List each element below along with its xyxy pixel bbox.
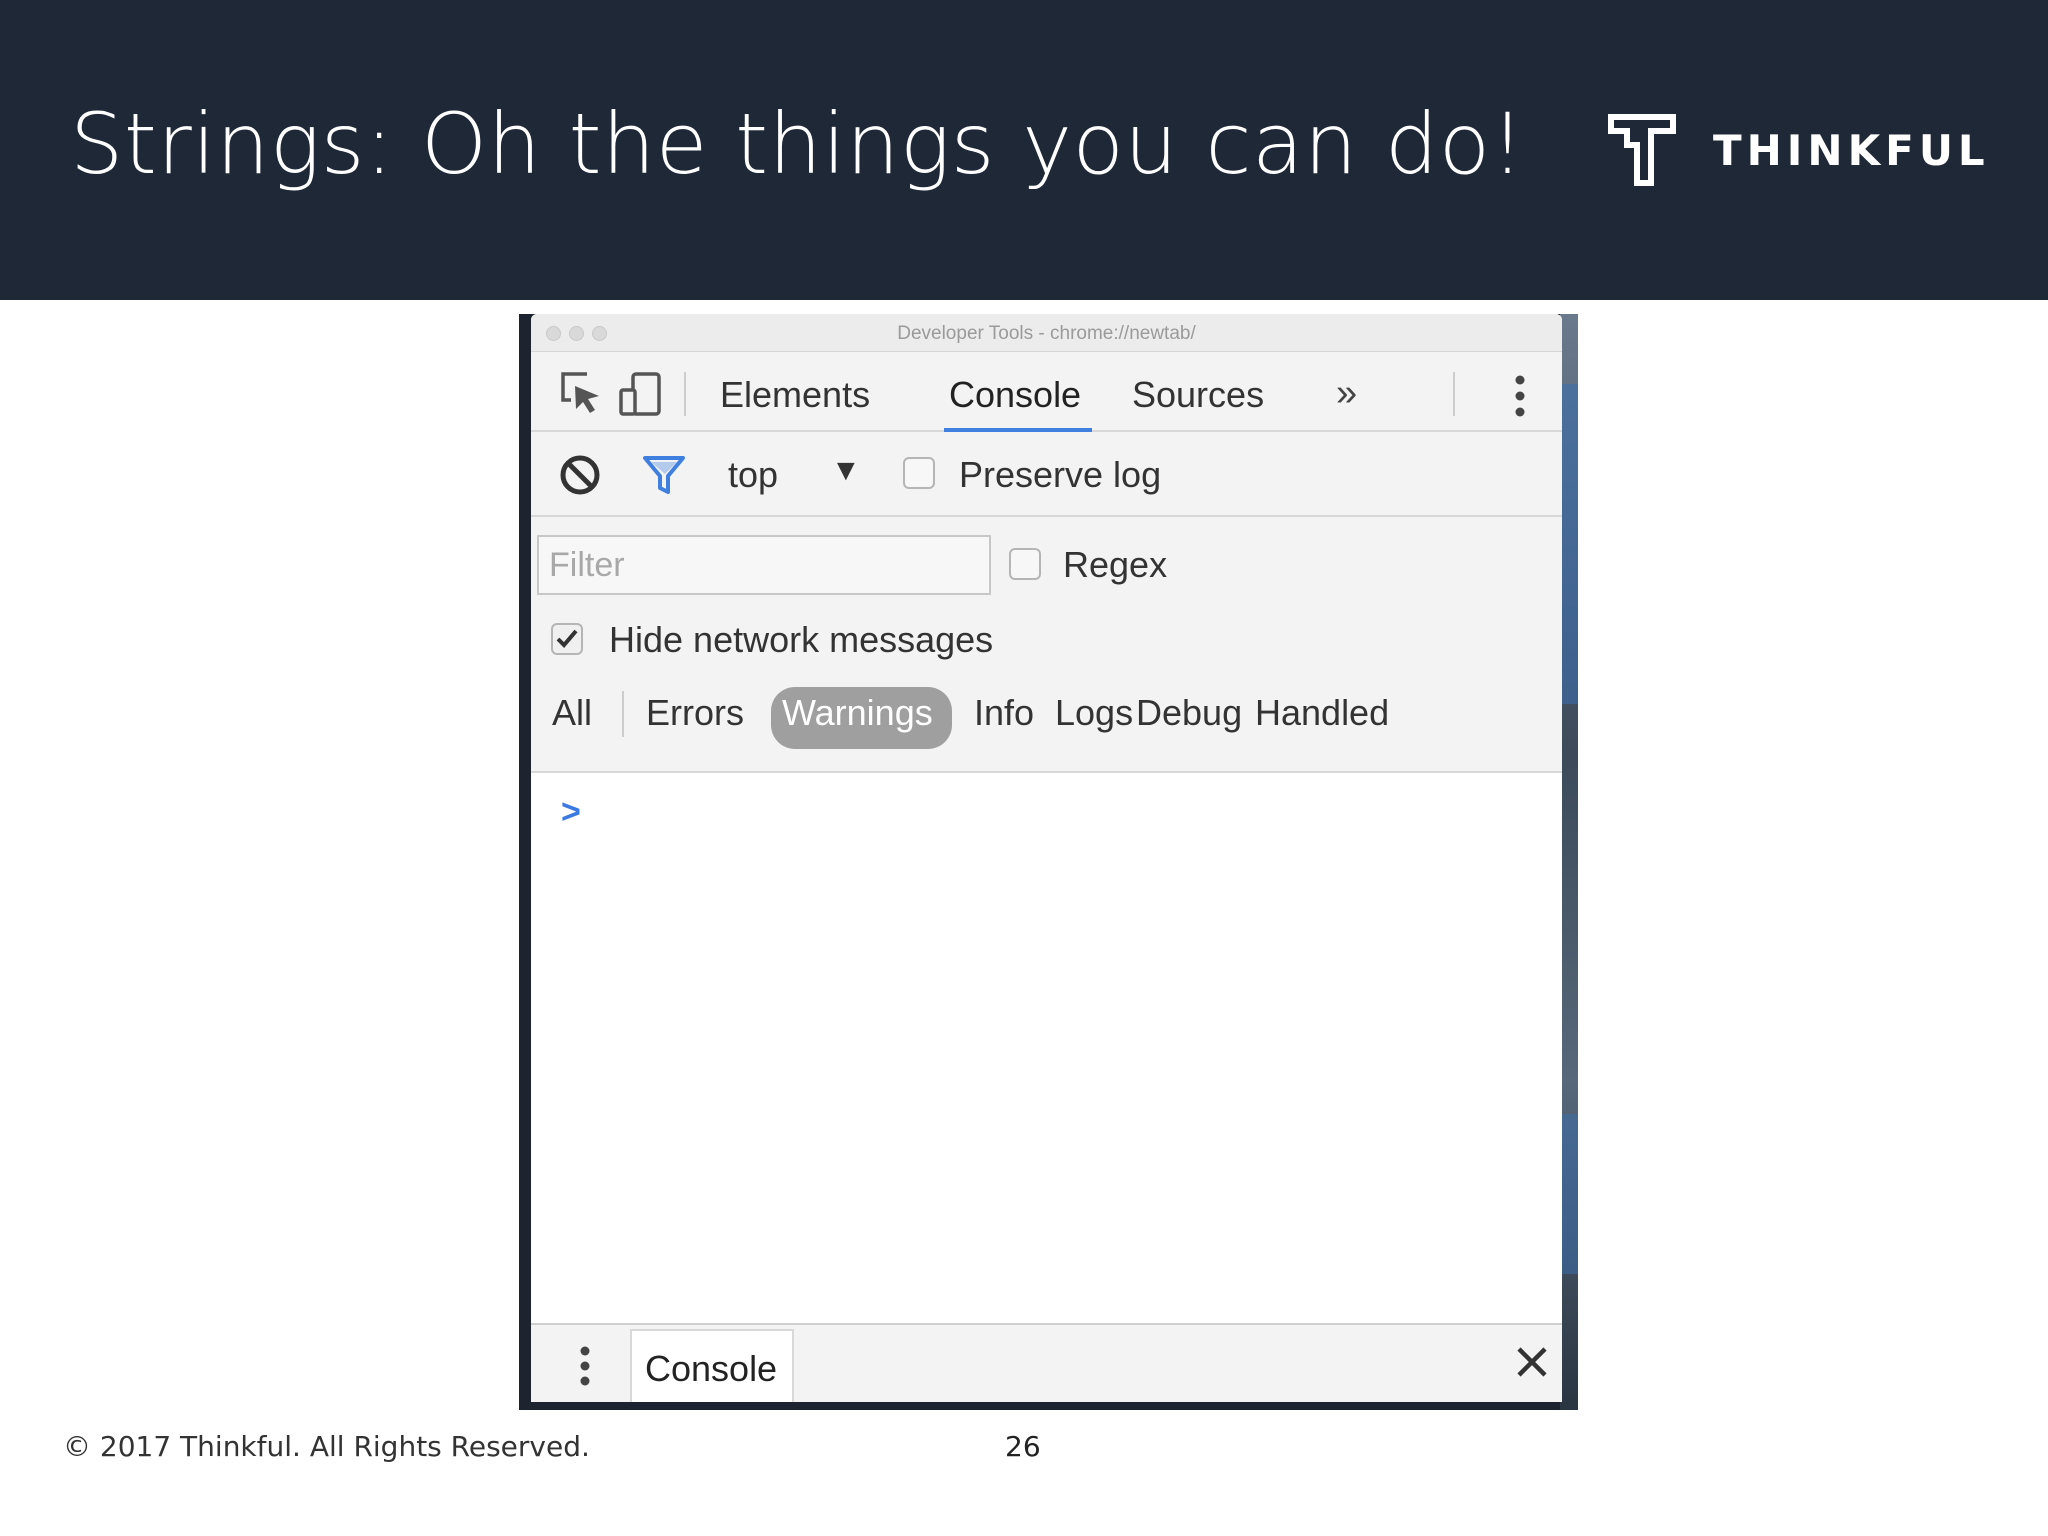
level-all[interactable]: All: [552, 692, 592, 734]
filter-funnel-icon[interactable]: [641, 452, 687, 498]
background-edge: [1560, 384, 1578, 704]
checkmark-icon: [556, 629, 578, 648]
toolbar-separator: [684, 372, 686, 416]
console-filter-area: Regex Hide network messages All Errors W…: [531, 517, 1562, 773]
regex-label: Regex: [1063, 544, 1168, 585]
background-edge: [1560, 1114, 1578, 1274]
device-toolbar-icon[interactable]: [617, 370, 665, 418]
inspect-element-icon[interactable]: [557, 370, 605, 418]
context-dropdown-arrow-icon[interactable]: ▼: [831, 454, 861, 488]
level-debug[interactable]: Debug: [1136, 692, 1242, 734]
level-separator: [622, 691, 624, 737]
console-toolbar: top ▼ Preserve log: [531, 432, 1562, 517]
drawer-menu-icon[interactable]: [579, 1345, 591, 1387]
slide-header: Strings: Oh the things you can do! THINK…: [0, 0, 2048, 300]
devtools-window: Developer Tools - chrome://newtab/ Eleme…: [531, 314, 1562, 1402]
devtools-toolbar: Elements Console Sources »: [531, 352, 1562, 432]
kebab-menu-icon[interactable]: [1514, 374, 1526, 418]
level-warnings[interactable]: Warnings: [782, 692, 933, 734]
level-info[interactable]: Info: [974, 692, 1034, 734]
filter-input[interactable]: [537, 535, 991, 595]
page-number: 26: [1005, 1430, 1041, 1463]
brand: THINKFUL: [1605, 110, 1990, 190]
level-errors[interactable]: Errors: [646, 692, 744, 734]
clear-console-icon[interactable]: [557, 452, 603, 498]
tab-sources[interactable]: Sources: [1132, 374, 1264, 416]
drawer-tab-label: Console: [645, 1348, 778, 1389]
copyright-notice: © 2017 Thinkful. All Rights Reserved.: [63, 1430, 590, 1463]
tab-console[interactable]: Console: [949, 374, 1081, 416]
hide-network-checkbox[interactable]: [551, 623, 583, 655]
console-output[interactable]: >: [531, 773, 1562, 1323]
thinkful-logo-icon: [1608, 114, 1676, 186]
level-logs[interactable]: Logs: [1055, 692, 1133, 734]
brand-name: THINKFUL: [1713, 125, 1990, 175]
window-title: Developer Tools - chrome://newtab/: [897, 323, 1196, 344]
context-selector[interactable]: top: [728, 454, 778, 496]
level-handled[interactable]: Handled: [1255, 692, 1389, 734]
slide-title: Strings: Oh the things you can do!: [70, 95, 1525, 193]
console-drawer: Console: [531, 1323, 1562, 1402]
console-prompt[interactable]: >: [561, 793, 581, 832]
preserve-log-checkbox[interactable]: [903, 457, 935, 489]
drawer-tab-console[interactable]: Console: [630, 1329, 794, 1402]
preserve-log-label: Preserve log: [959, 454, 1162, 495]
tab-elements[interactable]: Elements: [720, 374, 870, 416]
hide-network-label: Hide network messages: [609, 619, 994, 660]
regex-checkbox[interactable]: [1009, 548, 1041, 580]
devtools-screenshot: Developer Tools - chrome://newtab/ Eleme…: [519, 314, 1578, 1410]
more-tabs-button[interactable]: »: [1336, 372, 1357, 415]
window-titlebar: Developer Tools - chrome://newtab/: [531, 314, 1562, 352]
close-icon[interactable]: [1515, 1345, 1549, 1379]
toolbar-separator: [1453, 372, 1455, 416]
